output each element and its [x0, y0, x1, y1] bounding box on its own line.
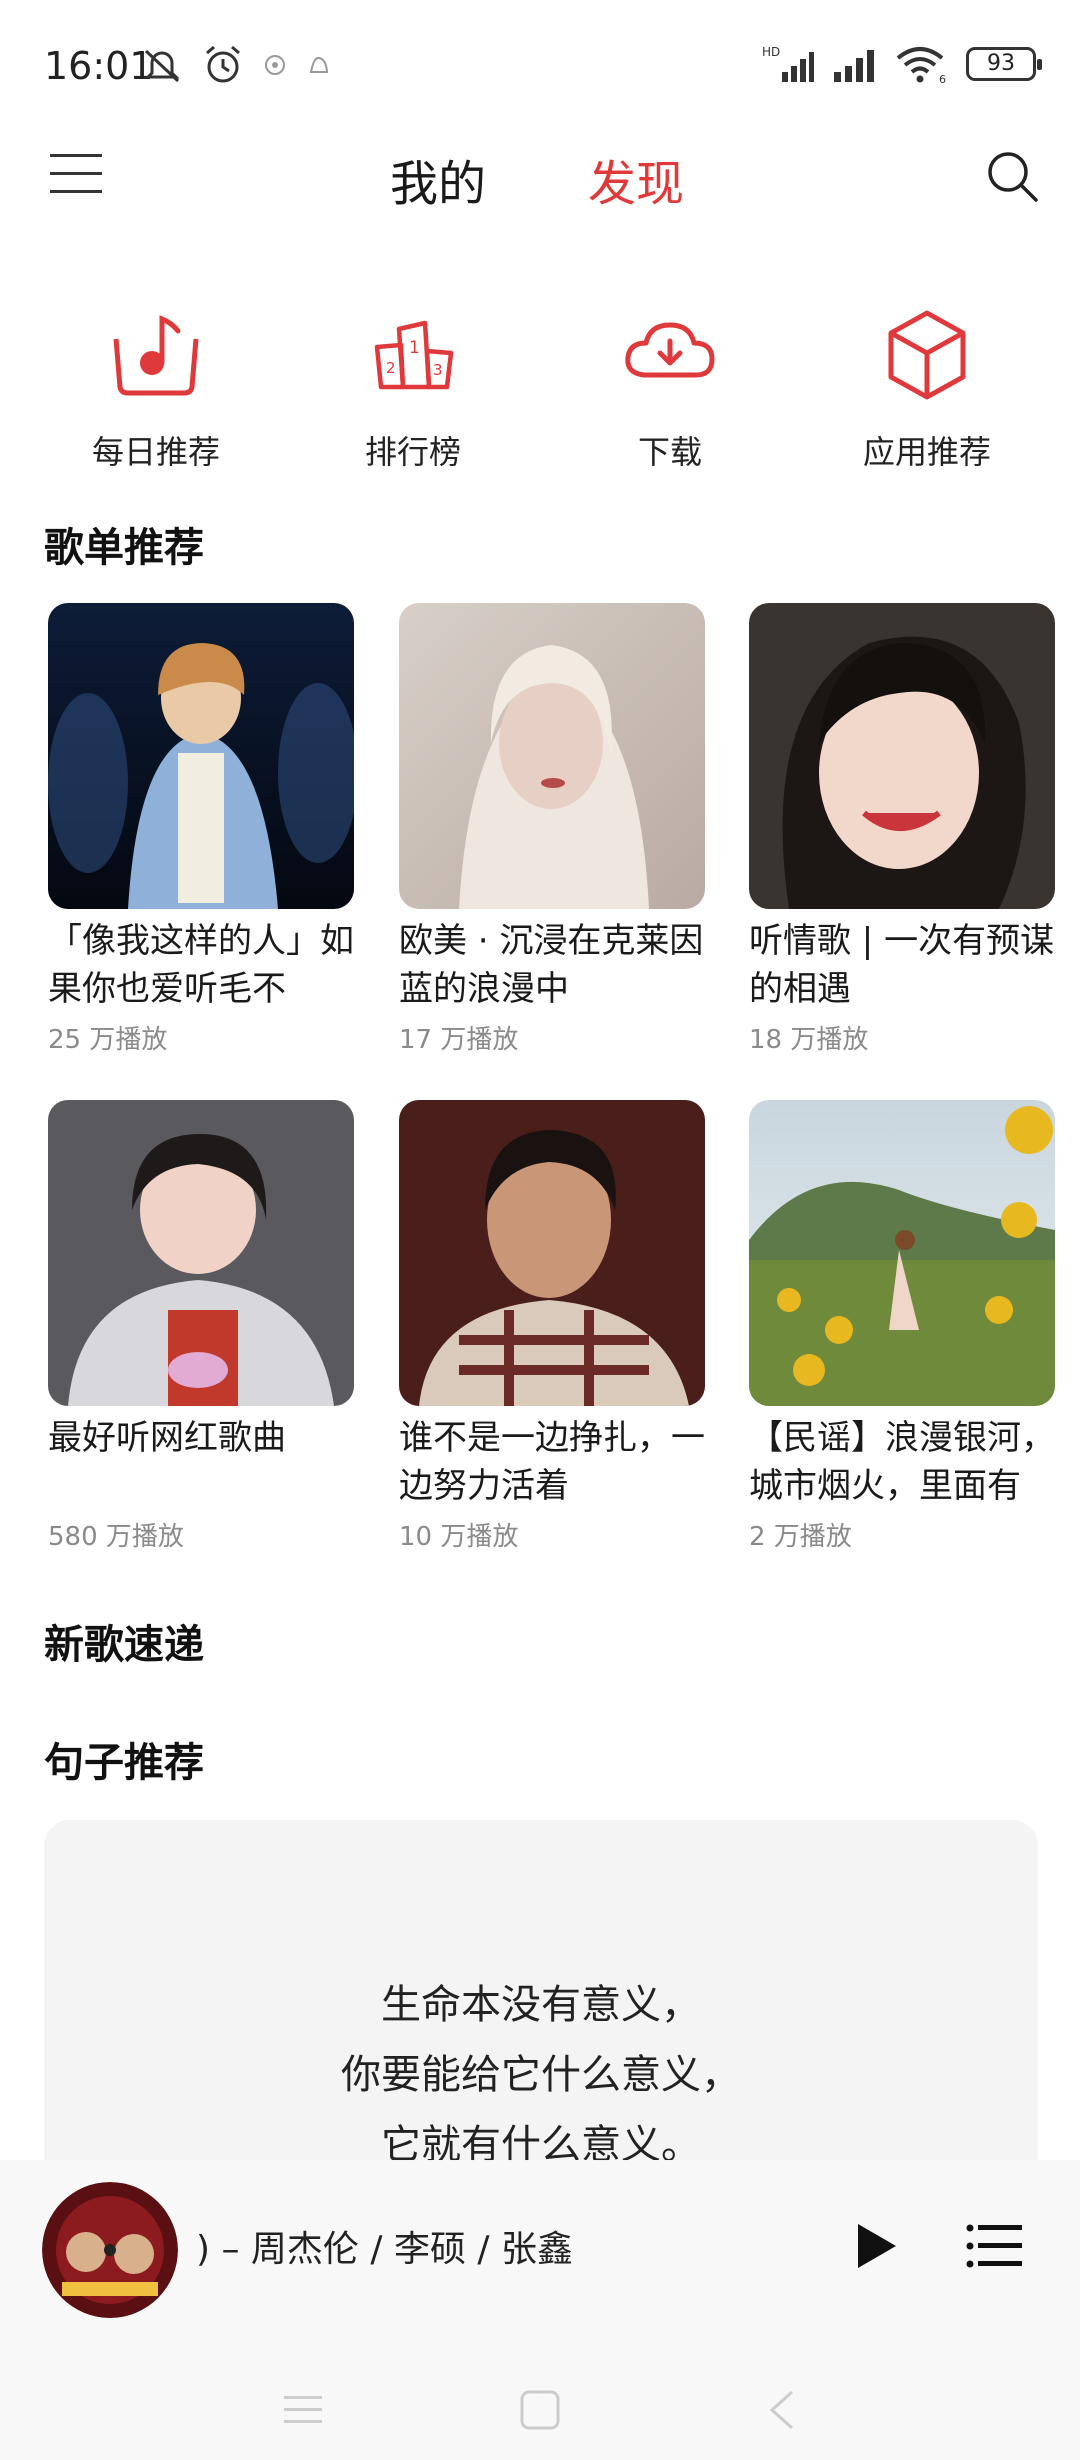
cellular-signal-icon [834, 50, 874, 82]
status-time: 16:01 [44, 44, 154, 88]
playlist-cover-image [48, 1100, 354, 1406]
tab-discover[interactable]: 发现 [588, 144, 684, 214]
search-icon[interactable] [984, 148, 1040, 204]
recent-apps-icon[interactable] [278, 2388, 328, 2432]
playlist-card[interactable]: 听情歌 | 一次有预谋的相遇 18 万播放 [749, 603, 1055, 1056]
playlist-title: 最好听网红歌曲 [48, 1418, 286, 1458]
playlist-title: 欧美 · 沉浸在克莱因蓝的浪漫中 [399, 921, 704, 1009]
status-bar: 16:01 HD 6 93 [0, 0, 1080, 130]
svg-text:HD: HD [762, 45, 780, 59]
playlist-play-count: 580 万播放 [48, 1522, 184, 1552]
quick-entry-charts[interactable]: 1 2 3 排行榜 [303, 305, 523, 473]
wifi-icon: 6 [896, 47, 946, 84]
svg-text:1: 1 [409, 338, 420, 358]
app-notification-icon [265, 55, 285, 75]
battery-indicator: 93 [966, 47, 1042, 81]
quick-entry-label: 下载 [637, 433, 702, 471]
new-songs-section-title: 新歌速递 [44, 1622, 204, 1668]
playlist-play-count: 18 万播放 [749, 1025, 869, 1055]
quick-entry-download[interactable]: 下载 [560, 305, 780, 473]
playlist-cover-image [749, 1100, 1055, 1406]
playlist-cover-image [48, 603, 354, 909]
playlist-play-count: 2 万播放 [749, 1522, 852, 1552]
podium-icon: 1 2 3 [374, 320, 454, 390]
quick-entry-label: 排行榜 [364, 433, 461, 471]
playlist-play-count: 25 万播放 [48, 1025, 168, 1055]
system-navigation-bar [0, 2360, 1080, 2460]
playlist-queue-icon[interactable] [966, 2222, 1022, 2270]
quick-entry-daily[interactable]: 每日推荐 [46, 305, 266, 473]
quote-section-title: 句子推荐 [44, 1740, 204, 1786]
quick-entry-apps[interactable]: 应用推荐 [817, 305, 1037, 473]
svg-text:3: 3 [433, 361, 443, 379]
mini-player[interactable]: ) – 周杰伦 / 李硕 / 张鑫 [0, 2160, 1080, 2460]
quote-line: 生命本没有意义， [381, 1982, 701, 2028]
playlist-section-title: 歌单推荐 [44, 525, 204, 571]
svg-text:6: 6 [939, 73, 946, 84]
now-playing-album-art[interactable] [42, 2182, 178, 2318]
playlist-card[interactable]: 「像我这样的人」如果你也爱听毛不 25 万播放 [48, 603, 354, 1056]
svg-text:2: 2 [386, 359, 396, 377]
home-icon[interactable] [515, 2388, 565, 2432]
cloud-download-icon [625, 322, 715, 378]
daily-music-note-icon [113, 315, 199, 396]
quick-entry-row: 每日推荐 1 2 3 排行榜 下载 应用推荐 [0, 305, 1080, 471]
playlist-card[interactable]: 最好听网红歌曲 580 万播放 [48, 1100, 354, 1553]
mute-bell-icon [144, 49, 180, 83]
cube-icon [888, 310, 966, 400]
app-notification-icon [309, 56, 329, 73]
playlist-play-count: 17 万播放 [399, 1025, 519, 1055]
playlist-cover-image [399, 603, 705, 909]
playlist-cover-image [399, 1100, 705, 1406]
playlist-card[interactable]: 欧美 · 沉浸在克莱因蓝的浪漫中 17 万播放 [399, 603, 705, 1056]
playlist-title: 「像我这样的人」如果你也爱听毛不 [48, 921, 354, 1009]
quick-entry-label: 应用推荐 [862, 433, 991, 471]
playlist-card[interactable]: 【民谣】浪漫银河，城市烟火，里面有 2 万播放 [749, 1100, 1055, 1553]
quote-text: 生命本没有意义， 你要能给它什么意义， 它就有什么意义。 [44, 1970, 1038, 2180]
top-nav: 我的 发现 [0, 130, 1080, 220]
now-playing-song[interactable]: ) – 周杰伦 / 李硕 / 张鑫 [196, 2220, 573, 2272]
playlist-card[interactable]: 谁不是一边挣扎，一边努力活着 10 万播放 [399, 1100, 705, 1553]
status-left-icons [140, 44, 332, 86]
play-icon[interactable] [846, 2218, 902, 2274]
playlist-title: 听情歌 | 一次有预谋的相遇 [749, 921, 1055, 1009]
alarm-icon [206, 45, 240, 83]
playlist-title: 谁不是一边挣扎，一边努力活着 [399, 1418, 705, 1506]
hamburger-menu-icon[interactable] [50, 152, 102, 196]
back-icon[interactable] [758, 2388, 808, 2432]
status-right-icons: HD 6 93 [762, 44, 1042, 84]
quote-line: 你要能给它什么意义， [341, 2052, 741, 2098]
playlist-title: 【民谣】浪漫银河，城市烟火，里面有 [749, 1418, 1055, 1506]
cellular-signal-icon: HD [762, 45, 814, 82]
tab-mine[interactable]: 我的 [390, 144, 486, 214]
playlist-cover-image [749, 603, 1055, 909]
quick-entry-label: 每日推荐 [91, 433, 220, 471]
playlist-play-count: 10 万播放 [399, 1522, 519, 1552]
